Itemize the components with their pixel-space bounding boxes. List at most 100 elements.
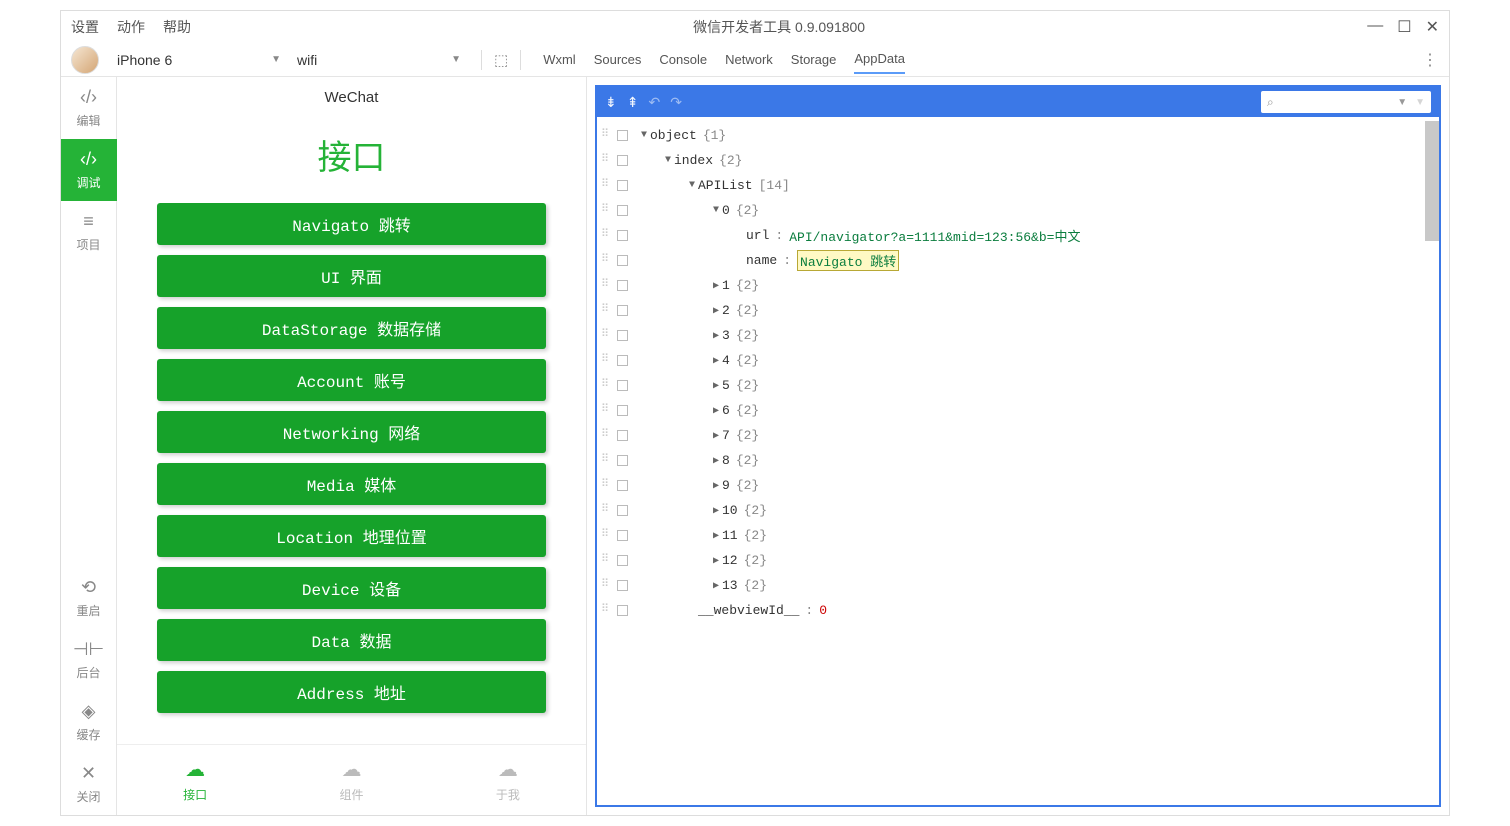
drag-handle-icon[interactable]: ⠿ [601,255,613,267]
expand-up-icon[interactable]: ⇞ [627,94,639,111]
tree-row[interactable]: ⠿▼APIList[14] [597,173,1439,198]
menu-settings[interactable]: 设置 [71,17,99,37]
tree-value-editing[interactable]: Navigato 跳转 [797,250,899,271]
tree-row[interactable]: ⠿▼index{2} [597,148,1439,173]
tree-row[interactable]: ⠿▶2{2} [597,298,1439,323]
inspect-icon[interactable]: ⬚ [494,51,508,69]
drag-handle-icon[interactable]: ⠿ [601,180,613,192]
checkbox[interactable] [617,255,628,266]
api-button[interactable]: Media 媒体 [157,463,546,505]
toggle-arrow-icon[interactable]: ▼ [638,130,650,141]
scrollbar-thumb[interactable] [1425,121,1439,241]
checkbox[interactable] [617,605,628,616]
drag-handle-icon[interactable]: ⠿ [601,380,613,392]
toggle-arrow-icon[interactable]: ▶ [710,280,722,292]
checkbox[interactable] [617,180,628,191]
checkbox[interactable] [617,205,628,216]
api-button[interactable]: Data 数据 [157,619,546,661]
toggle-arrow-icon[interactable]: ▶ [710,555,722,567]
tree-row[interactable]: ⠿▶10{2} [597,498,1439,523]
drag-handle-icon[interactable]: ⠿ [601,455,613,467]
checkbox[interactable] [617,130,628,141]
checkbox[interactable] [617,530,628,541]
toggle-arrow-icon[interactable]: ▶ [710,505,722,517]
tab-sources[interactable]: Sources [594,46,642,73]
toggle-arrow-icon[interactable]: ▼ [662,155,674,166]
toggle-arrow-icon[interactable]: ▶ [710,355,722,367]
tree-row[interactable]: ⠿▶3{2} [597,323,1439,348]
tab-api[interactable]: ☁ 接口 [183,757,207,803]
toggle-arrow-icon[interactable]: ▶ [710,480,722,492]
checkbox[interactable] [617,280,628,291]
drag-handle-icon[interactable]: ⠿ [601,330,613,342]
sidebar-close[interactable]: ✕ 关闭 [61,753,117,815]
sidebar-edit[interactable]: ‹/› 编辑 [61,77,117,139]
drag-handle-icon[interactable]: ⠿ [601,430,613,442]
tree-row[interactable]: ⠿▶8{2} [597,448,1439,473]
sidebar-cache[interactable]: ◈ 缓存 [61,691,117,753]
tree-row[interactable]: ⠿▶5{2} [597,373,1439,398]
toggle-arrow-icon[interactable]: ▶ [710,455,722,467]
api-button[interactable]: UI 界面 [157,255,546,297]
tree-row[interactable]: ⠿▶7{2} [597,423,1439,448]
tree-row[interactable]: ⠿▶12{2} [597,548,1439,573]
drag-handle-icon[interactable]: ⠿ [601,405,613,417]
drag-handle-icon[interactable]: ⠿ [601,505,613,517]
checkbox[interactable] [617,330,628,341]
api-button[interactable]: Location 地理位置 [157,515,546,557]
drag-handle-icon[interactable]: ⠿ [601,355,613,367]
api-button[interactable]: Navigato 跳转 [157,203,546,245]
checkbox[interactable] [617,305,628,316]
undo-icon[interactable]: ↶ [648,94,660,111]
toggle-arrow-icon[interactable]: ▶ [710,405,722,417]
tree-row[interactable]: ⠿▶13{2} [597,573,1439,598]
more-icon[interactable]: ⋮ [1422,50,1439,70]
toggle-arrow-icon[interactable]: ▶ [710,380,722,392]
maximize-icon[interactable]: ☐ [1397,17,1411,37]
drag-handle-icon[interactable]: ⠿ [601,230,613,242]
api-button[interactable]: Networking 网络 [157,411,546,453]
drag-handle-icon[interactable]: ⠿ [601,605,613,617]
close-icon[interactable]: ✕ [1426,17,1439,37]
tree-row[interactable]: ⠿__webviewId__:0 [597,598,1439,623]
toggle-arrow-icon[interactable]: ▼ [710,205,722,216]
checkbox[interactable] [617,155,628,166]
avatar[interactable] [71,46,99,74]
tab-network[interactable]: Network [725,46,773,73]
tree-row[interactable]: ⠿name:Navigato 跳转 [597,248,1439,273]
sidebar-background[interactable]: ⊣⊢ 后台 [61,629,117,691]
toggle-arrow-icon[interactable]: ▶ [710,330,722,342]
sidebar-restart[interactable]: ⟲ 重启 [61,567,117,629]
tree-row[interactable]: ⠿▶6{2} [597,398,1439,423]
expand-down-icon[interactable]: ⇟ [605,94,617,111]
checkbox[interactable] [617,405,628,416]
api-button[interactable]: Account 账号 [157,359,546,401]
toggle-arrow-icon[interactable]: ▶ [710,580,722,592]
drag-handle-icon[interactable]: ⠿ [601,530,613,542]
tab-console[interactable]: Console [659,46,707,73]
checkbox[interactable] [617,380,628,391]
api-button[interactable]: Device 设备 [157,567,546,609]
tab-wxml[interactable]: Wxml [543,46,576,73]
drag-handle-icon[interactable]: ⠿ [601,130,613,142]
toggle-arrow-icon[interactable]: ▶ [710,430,722,442]
checkbox[interactable] [617,430,628,441]
drag-handle-icon[interactable]: ⠿ [601,480,613,492]
toggle-arrow-icon[interactable]: ▶ [710,530,722,542]
menu-actions[interactable]: 动作 [117,17,145,37]
tree-row[interactable]: ⠿▼0{2} [597,198,1439,223]
device-select[interactable]: iPhone 6 ▼ [109,52,289,68]
tree-row[interactable]: ⠿▶9{2} [597,473,1439,498]
tab-storage[interactable]: Storage [791,46,837,73]
tree-row[interactable]: ⠿▶4{2} [597,348,1439,373]
checkbox[interactable] [617,505,628,516]
tab-appdata[interactable]: AppData [854,45,905,74]
tree-value[interactable]: API/navigator?a=1111&mid=123:56&b=中文 [789,226,1080,245]
drag-handle-icon[interactable]: ⠿ [601,580,613,592]
checkbox[interactable] [617,480,628,491]
drag-handle-icon[interactable]: ⠿ [601,305,613,317]
checkbox[interactable] [617,230,628,241]
checkbox[interactable] [617,555,628,566]
checkbox[interactable] [617,455,628,466]
search-input[interactable]: ⌕ ▼ ▼ [1261,91,1431,113]
